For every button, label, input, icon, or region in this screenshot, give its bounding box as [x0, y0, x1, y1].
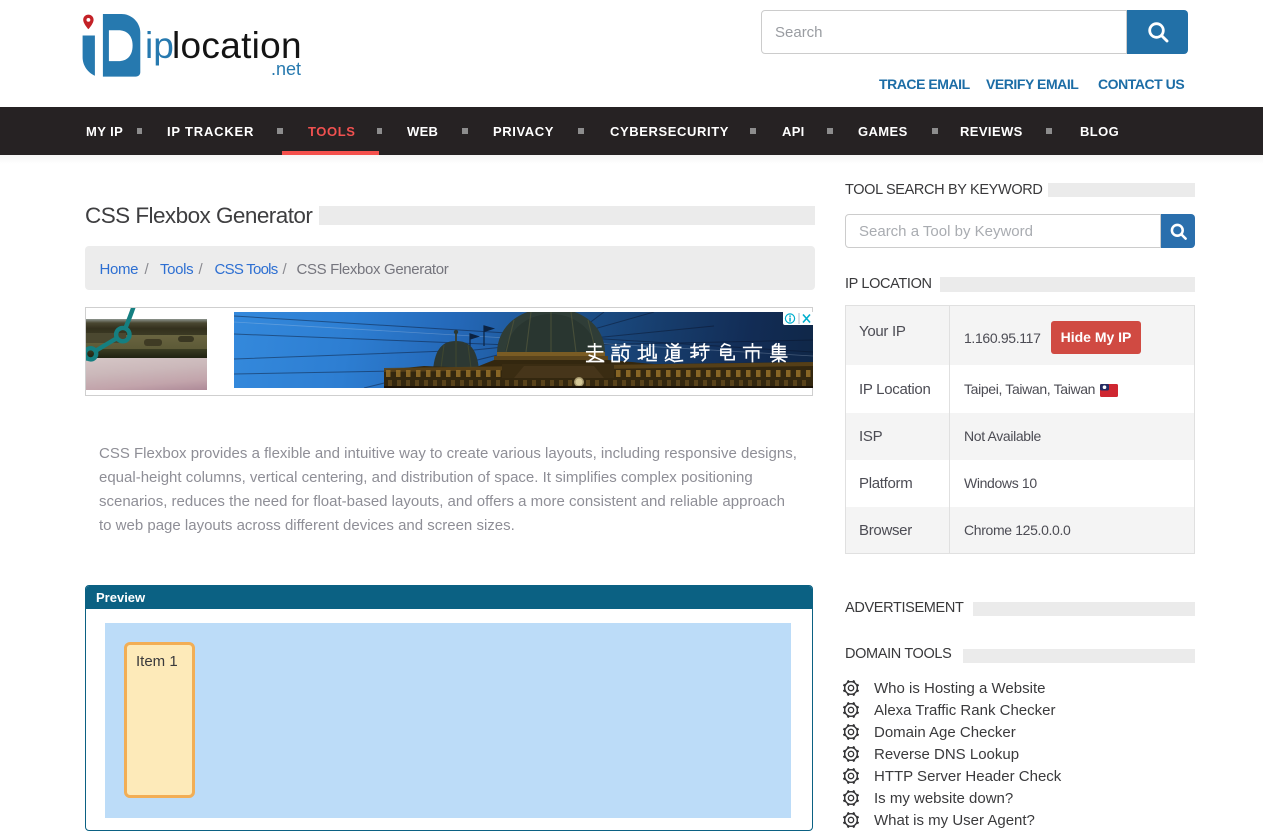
svg-text:ip: ip — [145, 25, 174, 66]
svg-text:.net: .net — [271, 59, 301, 79]
